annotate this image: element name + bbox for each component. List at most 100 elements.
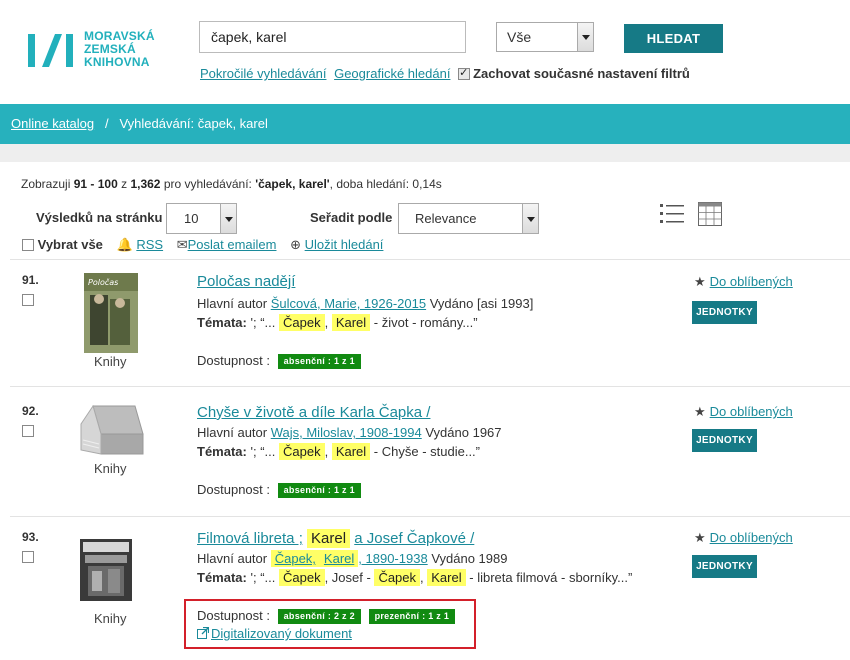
topics-text: , (420, 570, 424, 585)
topics-text: '; “... (250, 315, 276, 330)
units-button[interactable]: JEDNOTKY (692, 555, 757, 578)
availability-line: Dostupnost : absenční : 1 z 1 (197, 482, 361, 498)
star-icon: ★ (694, 274, 706, 289)
logo-text: MORAVSKÁ ZEMSKÁ KNIHOVNA (84, 30, 155, 69)
author-link[interactable]: Karel (319, 550, 359, 567)
divider (10, 259, 850, 260)
topics-text: '; “... (250, 444, 276, 459)
per-page-select[interactable]: 10 (166, 203, 237, 234)
author-label: Hlavní autor (197, 551, 268, 566)
units-button[interactable]: JEDNOTKY (692, 301, 757, 324)
keep-filters-checkbox[interactable] (458, 66, 471, 80)
search-input-value: čapek, karel (211, 29, 287, 45)
result-title-link[interactable]: a Josef Čapkové / (354, 530, 474, 547)
published-year: 1989 (478, 551, 508, 566)
author-link[interactable]: , 1890-1938 (358, 551, 427, 566)
library-logo[interactable]: MORAVSKÁ ZEMSKÁ KNIHOVNA (26, 30, 166, 70)
plus-circle-icon: ⊕ (290, 237, 302, 252)
result-title: Filmová libreta ; Karel a Josef Čapkové … (197, 529, 474, 548)
star-icon: ★ (694, 530, 706, 545)
header: MORAVSKÁ ZEMSKÁ KNIHOVNA čapek, karel Vš… (0, 0, 850, 104)
per-page-label: Výsledků na stránku (36, 210, 163, 225)
author-label: Hlavní autor (197, 296, 268, 311)
topics-label: Témata: (197, 570, 247, 585)
list-view-icon[interactable] (660, 203, 684, 225)
published-year: 1967 (472, 425, 502, 440)
geographic-search-link[interactable]: Geografické hledání (334, 66, 450, 81)
highlight-term[interactable]: Karel (307, 529, 351, 548)
topics-line: Témata: '; “... Čapek, Karel - život - r… (197, 314, 478, 331)
breadcrumb: Online katalog / Vyhledávání: čapek, kar… (11, 116, 268, 131)
result-title-link[interactable]: Chyše v životě a díle Karla Čapka / (197, 404, 430, 421)
topics-text: - Chyše - studie...” (373, 444, 480, 459)
results-actions: Vybrat vše 🔔 RSS ✉Poslat emailem ⊕ Uloži… (22, 237, 393, 253)
author-link[interactable]: Šulcová, Marie, 1926-2015 (271, 296, 426, 311)
units-button[interactable]: JEDNOTKY (692, 429, 757, 452)
search-scope-select[interactable]: Vše (496, 22, 594, 52)
bell-icon: 🔔 (116, 237, 133, 252)
availability-label: Dostupnost : (197, 482, 270, 497)
search-sublinks: Pokročilé vyhledávání Geografické hledán… (200, 66, 690, 81)
summary-mid: pro vyhledávání: (163, 177, 252, 191)
save-search-link[interactable]: Uložit hledání (305, 237, 384, 252)
advanced-search-link[interactable]: Pokročilé vyhledávání (200, 66, 326, 81)
select-all-label: Vybrat vše (37, 237, 103, 252)
save-search[interactable]: ⊕ Uložit hledání (290, 237, 383, 252)
add-favorite[interactable]: ★ Do oblíbených (694, 530, 793, 546)
rss-link[interactable]: RSS (136, 237, 163, 252)
result-checkbox[interactable] (22, 294, 34, 306)
topics-text: , (324, 315, 329, 330)
highlight-term: Čapek (278, 443, 325, 460)
published-year: [asi 1993] (476, 296, 534, 311)
summary-time: , doba hledání: 0,14s (329, 177, 442, 191)
keep-filters-label: Zachovat současné nastavení filtrů (473, 66, 690, 81)
select-all-checkbox[interactable] (22, 239, 34, 251)
author-line: Hlavní autor Čapek, Karel, 1890-1938 Vydá… (197, 550, 508, 567)
results-summary: Zobrazuji 91 - 100 z 1,362 pro vyhledává… (21, 177, 442, 191)
topics-text: , Josef - (324, 570, 371, 585)
book-cover-image[interactable] (80, 539, 132, 601)
topics-line: Témata: '; “... Čapek, Karel - Chyše - s… (197, 443, 480, 460)
breadcrumb-home-link[interactable]: Online katalog (11, 116, 94, 131)
select-all[interactable]: Vybrat vše (22, 237, 103, 252)
author-label: Hlavní autor (197, 425, 268, 440)
topics-label: Témata: (197, 444, 247, 459)
add-favorite-link[interactable]: Do oblíbených (710, 404, 793, 419)
book-cover-image[interactable]: Poločas (84, 273, 138, 353)
author-link[interactable]: Čapek, (270, 550, 320, 567)
annotation-highlight-box (184, 599, 476, 649)
rss[interactable]: 🔔 RSS (117, 237, 164, 252)
breadcrumb-bar: Online katalog / Vyhledávání: čapek, kar… (0, 104, 850, 144)
highlight-term: Čapek (278, 569, 325, 586)
email-link[interactable]: Poslat emailem (188, 237, 277, 252)
search-input[interactable]: čapek, karel (199, 21, 466, 53)
result-checkbox[interactable] (22, 551, 34, 563)
add-favorite-link[interactable]: Do oblíbených (710, 274, 793, 289)
search-button[interactable]: HLEDAT (624, 24, 723, 53)
chevron-down-icon (220, 204, 236, 233)
result-checkbox[interactable] (22, 425, 34, 437)
scope-value: Vše (507, 29, 532, 45)
logo-mark-icon (28, 34, 73, 67)
result-title-link[interactable]: Poločas nadějí (197, 273, 295, 290)
author-line: Hlavní autor Wajs, Miloslav, 1908-1994 V… (197, 425, 502, 440)
divider (10, 516, 850, 517)
summary-range: 91 - 100 (73, 177, 118, 191)
breadcrumb-separator: / (104, 116, 109, 131)
email[interactable]: ✉Poslat emailem (177, 237, 277, 252)
add-favorite[interactable]: ★ Do oblíbených (694, 274, 793, 290)
sort-select[interactable]: Relevance (398, 203, 539, 234)
envelope-icon: ✉ (176, 237, 188, 252)
summary-query: 'čapek, karel' (255, 177, 330, 191)
availability-badge[interactable]: absenční : 1 z 1 (277, 483, 361, 498)
add-favorite-link[interactable]: Do oblíbených (710, 530, 793, 545)
availability-line: Dostupnost : absenční : 1 z 1 (197, 353, 361, 369)
grid-view-icon[interactable] (698, 202, 722, 226)
availability-badge[interactable]: absenční : 1 z 1 (277, 354, 361, 369)
topics-text: '; “... (250, 570, 276, 585)
result-title-link[interactable]: Filmová libreta ; (197, 530, 303, 547)
generic-book-icon[interactable] (79, 404, 145, 462)
author-link[interactable]: Wajs, Miloslav, 1908-1994 (271, 425, 422, 440)
add-favorite[interactable]: ★ Do oblíbených (694, 404, 793, 420)
divider-strip (0, 144, 850, 162)
